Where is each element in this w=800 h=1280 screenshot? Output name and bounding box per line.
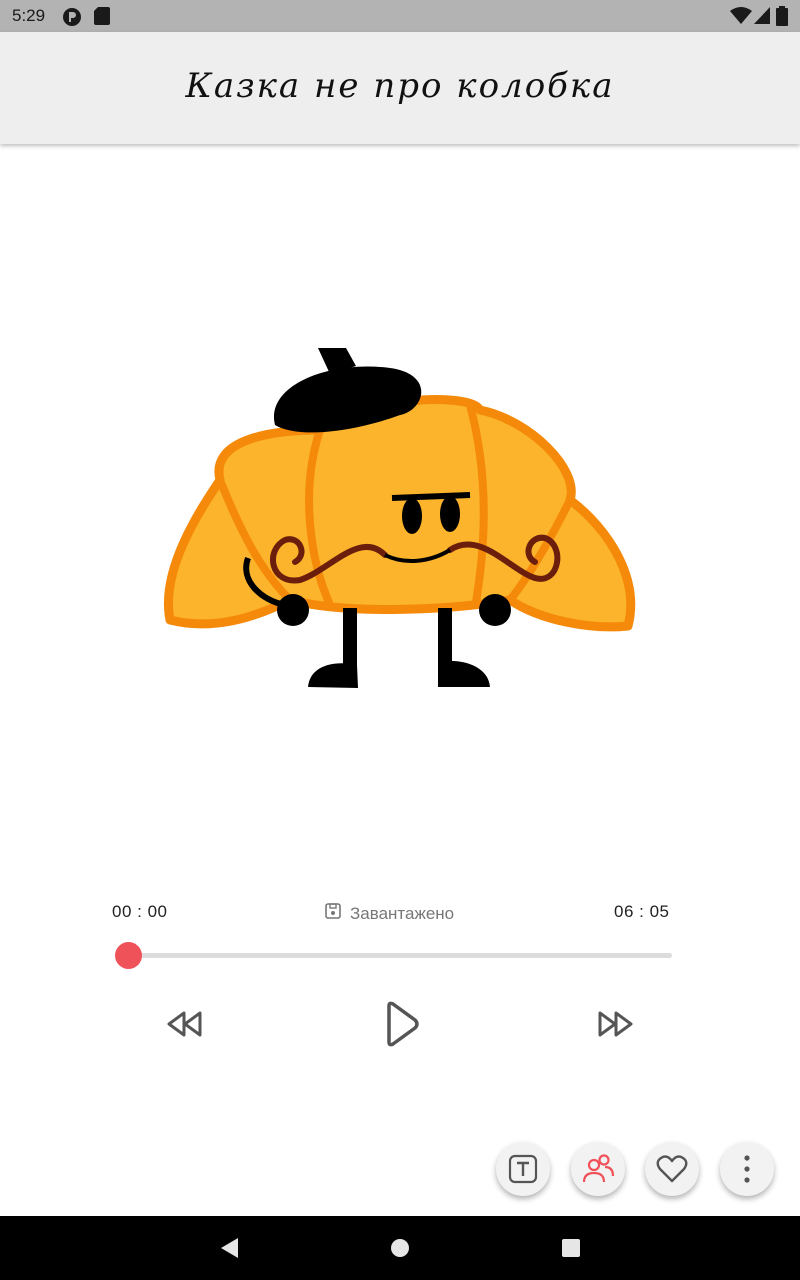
play-button[interactable] bbox=[378, 998, 424, 1050]
recents-icon bbox=[562, 1239, 580, 1257]
battery-icon bbox=[776, 6, 788, 30]
more-vert-icon bbox=[744, 1155, 750, 1183]
nav-back-button[interactable] bbox=[199, 1216, 259, 1280]
nav-recents-button[interactable] bbox=[541, 1216, 601, 1280]
text-button[interactable] bbox=[496, 1142, 550, 1196]
characters-button[interactable] bbox=[571, 1142, 625, 1196]
download-status: Завантажено bbox=[324, 902, 454, 925]
sd-card-icon bbox=[94, 7, 110, 29]
text-icon bbox=[508, 1154, 538, 1184]
elapsed-time: 00 : 00 bbox=[112, 902, 168, 921]
total-time: 06 : 05 bbox=[614, 902, 670, 921]
page-title: Казка не про колобка bbox=[185, 66, 615, 106]
status-bar: 5:29 bbox=[0, 0, 800, 32]
home-icon bbox=[391, 1239, 409, 1257]
wifi-icon bbox=[730, 7, 752, 29]
download-status-label: Завантажено bbox=[350, 903, 455, 923]
app-bar: Казка не про колобка bbox=[0, 32, 800, 144]
nav-home-button[interactable] bbox=[370, 1216, 430, 1280]
navigation-bar bbox=[0, 1216, 800, 1280]
signal-icon bbox=[754, 7, 770, 29]
characters-icon bbox=[582, 1154, 615, 1183]
story-illustration bbox=[164, 348, 636, 688]
more-button[interactable] bbox=[720, 1142, 774, 1196]
fast-forward-icon bbox=[598, 1011, 633, 1037]
seek-thumb[interactable] bbox=[114, 942, 142, 969]
fast-forward-button[interactable] bbox=[592, 1004, 640, 1044]
back-icon bbox=[221, 1238, 238, 1258]
sync-icon bbox=[62, 7, 82, 31]
rewind-button[interactable] bbox=[160, 1004, 208, 1044]
seek-bar[interactable] bbox=[128, 953, 672, 958]
saved-icon bbox=[324, 902, 342, 925]
play-icon bbox=[387, 1001, 419, 1047]
favorite-button[interactable] bbox=[645, 1142, 699, 1196]
status-time: 5:29 bbox=[12, 6, 46, 25]
heart-icon bbox=[656, 1155, 688, 1183]
rewind-icon bbox=[167, 1011, 202, 1037]
